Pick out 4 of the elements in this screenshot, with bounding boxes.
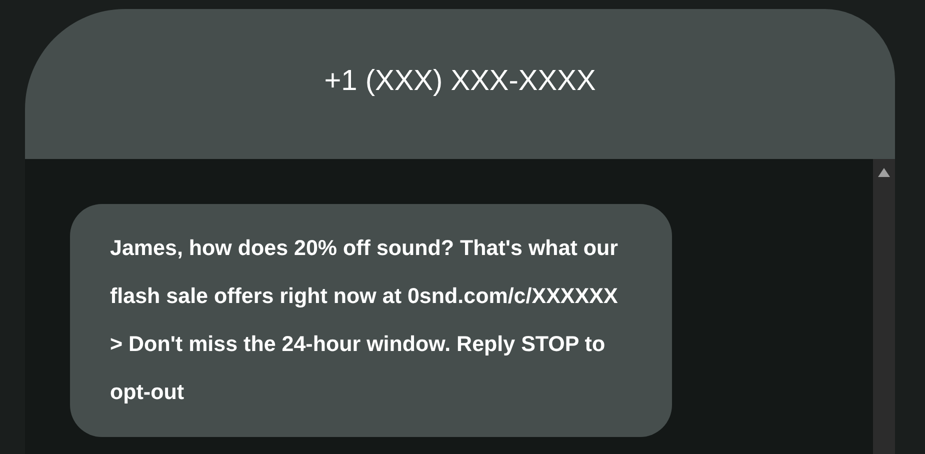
contact-number: +1 (XXX) XXX-XXXX bbox=[324, 64, 596, 100]
scroll-up-icon[interactable] bbox=[878, 168, 890, 177]
message-bubble: James, how does 20% off sound? That's what our flash sale offers right now at 0snd.com/c/XXXXXX > Don't miss the 24-hour window. Reply STOP to opt-out bbox=[70, 204, 672, 437]
scrollbar[interactable] bbox=[873, 159, 895, 454]
